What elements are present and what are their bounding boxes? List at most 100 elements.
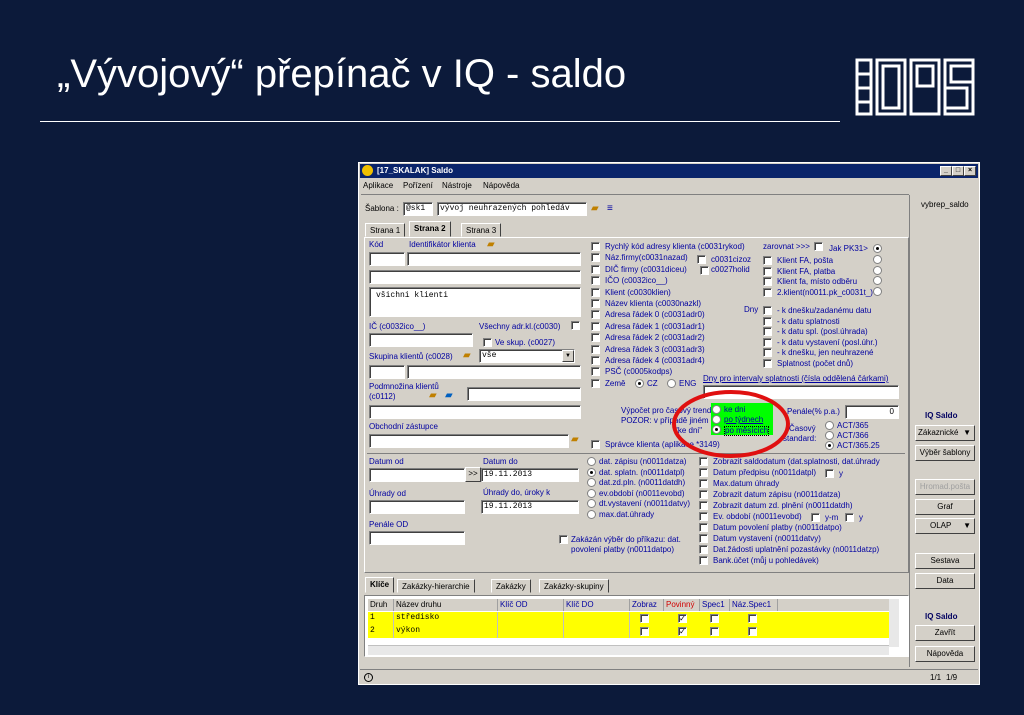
zarovnat-checkbox[interactable]: [814, 242, 823, 251]
row-klic-do[interactable]: [564, 612, 630, 625]
datum-od-field[interactable]: [369, 468, 465, 482]
dny-checkbox[interactable]: [763, 316, 772, 326]
menu-napoveda[interactable]: Nápověda: [483, 181, 519, 190]
table-row[interactable]: 2 výkon ✓: [368, 625, 889, 638]
folder-icon[interactable]: ▰: [571, 435, 579, 445]
klient-field[interactable]: [369, 270, 581, 284]
right-radio[interactable]: [873, 276, 882, 285]
datum-predpisu-y-checkbox[interactable]: [825, 469, 834, 478]
table-row[interactable]: 1 středisko ✓: [368, 612, 889, 625]
bottom-checkbox[interactable]: [699, 556, 708, 565]
copy-date-button[interactable]: >>: [465, 467, 481, 482]
ic-field[interactable]: [369, 333, 473, 347]
podmnozina-field[interactable]: [467, 387, 581, 401]
vyber-sablony-button[interactable]: Výběr šablony: [915, 445, 975, 461]
mid-checkbox[interactable]: [591, 321, 600, 331]
hromad-posta-button[interactable]: Hromad.pošta: [915, 479, 975, 495]
olap-dropdown[interactable]: OLAP ▼: [915, 518, 975, 534]
bottom-checkbox[interactable]: [699, 534, 708, 543]
menu-nastroje[interactable]: Nástroje: [442, 181, 472, 190]
penale-od-field[interactable]: [369, 531, 465, 545]
bottom-checkbox[interactable]: [699, 490, 708, 499]
row-povinny-checkbox[interactable]: ✓: [678, 614, 687, 623]
skupina-name-field[interactable]: [407, 365, 581, 379]
grid-header-cell[interactable]: Klíč DO: [564, 599, 630, 611]
list-icon[interactable]: ≡: [607, 204, 613, 214]
close-button[interactable]: ×: [964, 166, 976, 176]
sestava-button[interactable]: Sestava: [915, 553, 975, 569]
klienti-list[interactable]: všichni klienti: [369, 287, 581, 317]
minimize-button[interactable]: _: [940, 166, 952, 176]
grid-header-cell[interactable]: Zobraz: [630, 599, 664, 611]
mid-checkbox[interactable]: [591, 287, 600, 297]
folder-icon[interactable]: ▰: [445, 391, 453, 401]
identifikator-field[interactable]: [407, 252, 581, 266]
folder-icon[interactable]: ▰: [591, 204, 599, 214]
bottom-checkbox[interactable]: [699, 468, 708, 477]
row-klic-od[interactable]: [498, 612, 564, 625]
dny-checkbox[interactable]: [763, 306, 772, 315]
podmnozina-list[interactable]: [369, 405, 581, 419]
bottom-checkbox[interactable]: [699, 512, 708, 521]
tab-strana-3[interactable]: Strana 3: [461, 223, 502, 237]
date-option-radio[interactable]: [587, 488, 596, 498]
grid-header-cell[interactable]: Druh: [368, 599, 394, 611]
menu-porizeni[interactable]: Pořízení: [403, 181, 433, 190]
data-button[interactable]: Data: [915, 573, 975, 589]
date-option-radio[interactable]: [587, 457, 596, 466]
zakazan-checkbox[interactable]: [559, 535, 568, 544]
row-klic-do[interactable]: [564, 625, 630, 638]
mid-checkbox[interactable]: [591, 242, 600, 251]
row-klic-od[interactable]: [498, 625, 564, 638]
act36525-radio[interactable]: [825, 441, 834, 450]
row-nazspec1-checkbox[interactable]: [748, 627, 757, 636]
bottom-checkbox[interactable]: [699, 501, 708, 510]
dny-checkbox[interactable]: [763, 337, 772, 347]
uhrady-od-field[interactable]: [369, 500, 465, 514]
template-name-field[interactable]: vývoj neuhrazených pohledáv: [437, 202, 587, 216]
bottom-checkbox[interactable]: [699, 457, 708, 466]
ve-skup-checkbox[interactable]: [483, 338, 492, 347]
folder-icon[interactable]: ▰: [487, 240, 495, 250]
lower-tab-zakazky[interactable]: Zakázky: [491, 579, 531, 593]
date-option-radio[interactable]: [587, 467, 596, 477]
jak-radio[interactable]: [873, 244, 882, 253]
right-checkbox[interactable]: [763, 287, 772, 297]
mid-checkbox[interactable]: [591, 344, 600, 354]
nazad-checkbox[interactable]: [697, 255, 706, 264]
window-titlebar[interactable]: [17_SKALAK] Saldo _ □ ×: [360, 164, 978, 178]
grid-header-cell[interactable]: Spec1: [700, 599, 730, 611]
obchodni-field[interactable]: [369, 434, 569, 448]
date-option-radio[interactable]: [587, 478, 596, 487]
right-checkbox[interactable]: [763, 277, 772, 286]
bottom-checkbox[interactable]: [699, 479, 708, 488]
zavrit-button[interactable]: Zavřít: [915, 625, 975, 641]
right-radio[interactable]: [873, 265, 882, 275]
grid-header-cell[interactable]: Povinný: [664, 599, 700, 611]
tab-strana-1[interactable]: Strana 1: [365, 223, 406, 237]
row-spec1-checkbox[interactable]: [710, 614, 719, 623]
grid-header-cell[interactable]: Klíč OD: [498, 599, 564, 611]
grid-header-cell[interactable]: Název druhu: [394, 599, 498, 611]
grid-scrollbar[interactable]: [889, 599, 899, 647]
zakaznicke-dropdown[interactable]: Zákaznické ▼: [915, 425, 975, 441]
act366-radio[interactable]: [825, 431, 834, 440]
row-zobraz-checkbox[interactable]: [640, 627, 649, 636]
tab-strana-2[interactable]: Strana 2: [409, 221, 451, 237]
right-radio[interactable]: [873, 255, 882, 264]
bottom-checkbox[interactable]: [699, 523, 708, 532]
right-checkbox[interactable]: [763, 266, 772, 276]
mid-checkbox[interactable]: [591, 378, 600, 388]
spravce-checkbox[interactable]: [591, 440, 600, 449]
ev-obdobi-ym-checkbox[interactable]: [811, 513, 820, 522]
date-option-radio[interactable]: [587, 499, 596, 508]
row-zobraz-checkbox[interactable]: [640, 614, 649, 623]
vsechny-adr-checkbox[interactable]: [571, 321, 580, 330]
ev-obdobi-y-checkbox[interactable]: [845, 513, 854, 522]
maximize-button[interactable]: □: [952, 166, 964, 176]
chevron-down-icon[interactable]: ▼: [562, 350, 574, 362]
act365-radio[interactable]: [825, 421, 834, 430]
lower-tab-klice[interactable]: Klíče: [365, 577, 395, 593]
mid-checkbox[interactable]: [591, 276, 600, 286]
dny-checkbox[interactable]: [763, 327, 772, 336]
